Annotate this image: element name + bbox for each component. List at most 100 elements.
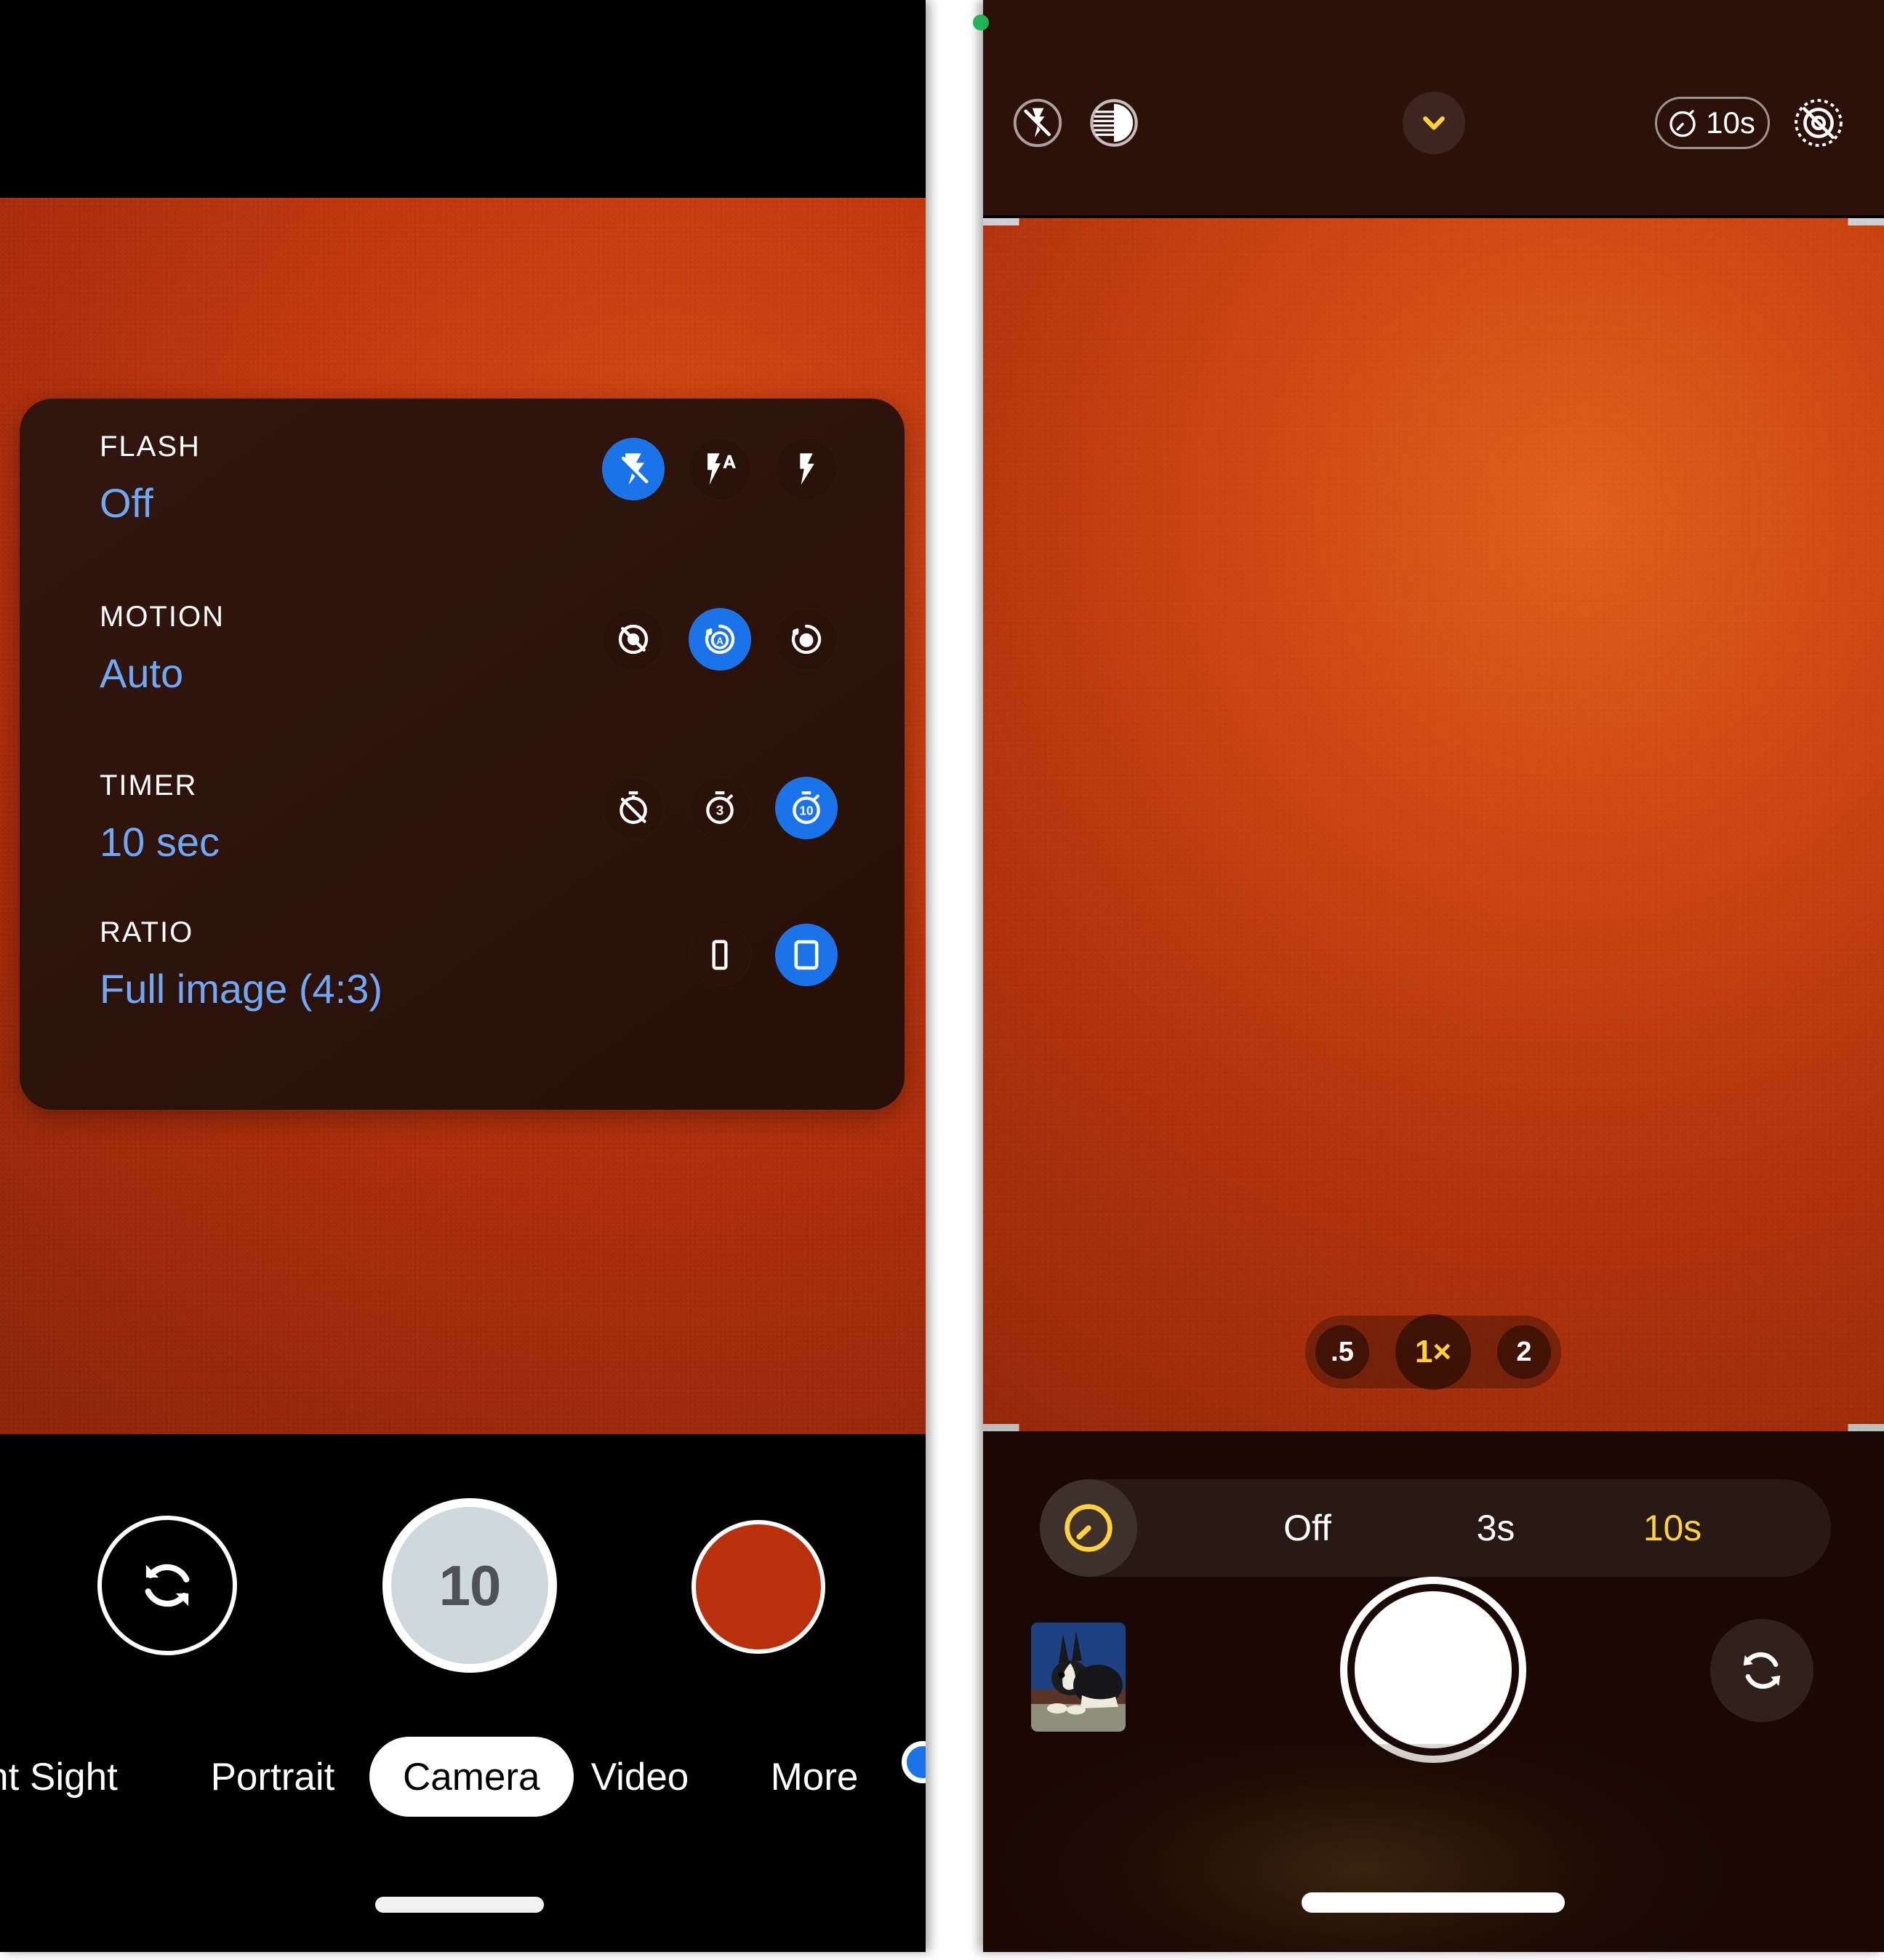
zoom-option-half[interactable]: .5	[1315, 1325, 1369, 1379]
timer-3s-icon: 3	[706, 791, 734, 824]
mode-tab-label: ht Sight	[0, 1755, 118, 1799]
top-flash-off-button[interactable]	[1009, 95, 1066, 151]
timer-icon	[1669, 110, 1696, 137]
flash-off-icon	[1013, 98, 1062, 148]
flash-on-option[interactable]	[775, 438, 838, 500]
motion-auto-icon: A	[705, 624, 735, 655]
left-status-area	[0, 0, 926, 198]
mode-tab-portrait[interactable]: Portrait	[193, 1737, 352, 1817]
mode-tab-more[interactable]: More	[742, 1737, 887, 1817]
motion-off-icon	[618, 624, 649, 655]
gallery-thumbnail-rabbit	[1031, 1623, 1126, 1732]
zoom-option-label: 2	[1516, 1336, 1532, 1367]
motion-value: Auto	[100, 650, 184, 696]
zoom-option-label: 1×	[1414, 1334, 1452, 1369]
mode-tab-label: Portrait	[210, 1755, 335, 1799]
ratio-options	[689, 924, 838, 986]
timer-option-off[interactable]: Off	[1242, 1479, 1373, 1577]
home-indicator	[375, 1897, 544, 1913]
zoom-level-selector: .5 1× 2	[1305, 1314, 1561, 1390]
flash-auto-option[interactable]	[689, 438, 751, 500]
ratio-4-3-option[interactable]	[775, 924, 838, 986]
stop-record-button[interactable]	[692, 1520, 825, 1654]
zoom-option-2x[interactable]: 2	[1497, 1325, 1551, 1379]
timer-10s-option[interactable]: 10	[775, 777, 838, 839]
motion-labels: MOTION Auto	[100, 602, 225, 694]
flash-auto-icon	[707, 453, 736, 485]
viewfinder-bottom-edge	[983, 1424, 1884, 1431]
flash-label: FLASH	[100, 431, 201, 463]
camera-mode-tabs: ht Sight Portrait Camera Video More	[0, 1737, 926, 1824]
timer-3s-option[interactable]: 3	[689, 777, 751, 839]
svg-text:A: A	[716, 636, 723, 647]
timer-labels: TIMER 10 sec	[100, 771, 220, 863]
timer-option-10s[interactable]: 10s	[1607, 1479, 1738, 1577]
timer-options: 3 10	[602, 777, 838, 839]
mode-tab-label: Camera	[403, 1755, 540, 1799]
phone-left: FLASH Off MOTION Auto A TIMER 10 sec 3 1…	[0, 0, 926, 1952]
timer-value: 10 sec	[100, 819, 220, 865]
timer-option-label: Off	[1283, 1508, 1331, 1548]
screenshot-stage: FLASH Off MOTION Auto A TIMER 10 sec 3 1…	[0, 0, 1884, 1960]
right-camera-viewfinder[interactable]	[983, 218, 1884, 1431]
mode-tab-night-sight[interactable]: ht Sight	[0, 1737, 140, 1817]
camera-active-indicator-dot	[973, 15, 989, 31]
timer-option-label: 3s	[1476, 1508, 1515, 1548]
flip-camera-button[interactable]	[1710, 1619, 1813, 1722]
timer-option-3s[interactable]: 3s	[1441, 1479, 1550, 1577]
top-timer-value: 10s	[1706, 105, 1755, 140]
flash-options	[602, 438, 838, 500]
brightness-button[interactable]	[1086, 95, 1142, 151]
mode-tab-label: Video	[590, 1755, 689, 1799]
timer-label: TIMER	[100, 769, 198, 801]
motion-on-icon	[791, 624, 822, 655]
camera-flip-icon	[145, 1564, 190, 1607]
ratio-9-16-option[interactable]	[689, 924, 751, 986]
motion-label: MOTION	[100, 601, 225, 633]
motion-on-option[interactable]	[775, 608, 838, 671]
setting-row-ratio: RATIO Full image (4:3)	[20, 918, 905, 1052]
shutter-button[interactable]	[1355, 1591, 1512, 1748]
chevron-down-icon	[1423, 116, 1445, 130]
right-control-area: Off 3s 10s	[983, 1431, 1884, 1952]
ratio-value: Full image (4:3)	[100, 966, 383, 1012]
ratio-label: RATIO	[100, 916, 194, 948]
expand-settings-button[interactable]	[1403, 92, 1465, 154]
home-indicator	[1302, 1892, 1565, 1913]
camera-flip-icon	[1743, 1652, 1781, 1689]
flip-camera-button[interactable]	[97, 1516, 237, 1655]
timer-bar-icon-badge	[1040, 1479, 1137, 1577]
mode-tab-video[interactable]: Video	[567, 1737, 713, 1817]
motion-off-option[interactable]	[602, 608, 665, 671]
zoom-option-1x[interactable]: 1×	[1395, 1314, 1471, 1390]
left-camera-controls: 10	[0, 1498, 926, 1702]
timer-10s-icon: 10	[793, 791, 820, 824]
motion-options: A	[602, 608, 838, 671]
top-timer-chip[interactable]: 10s	[1655, 97, 1770, 149]
zoom-option-label: .5	[1331, 1336, 1354, 1367]
flash-off-option[interactable]	[602, 438, 665, 500]
motion-off-icon	[1795, 99, 1843, 147]
motion-auto-option[interactable]: A	[689, 608, 751, 671]
timer-selector-bar: Off 3s 10s	[1040, 1479, 1831, 1577]
timer-off-option[interactable]	[602, 777, 665, 839]
ratio-4-3-icon	[794, 940, 819, 970]
flash-off-icon	[621, 453, 649, 485]
top-motion-off-button[interactable]	[1790, 95, 1847, 151]
gallery-thumbnail-button[interactable]	[1031, 1623, 1126, 1732]
flash-value: Off	[100, 480, 153, 526]
ratio-9-16-icon	[712, 940, 728, 970]
timer-option-label: 10s	[1643, 1508, 1702, 1548]
mode-tab-camera[interactable]: Camera	[369, 1737, 574, 1817]
brightness-contrast-icon	[1090, 99, 1138, 147]
flash-labels: FLASH Off	[100, 432, 201, 524]
setting-row-motion: MOTION Auto A	[20, 602, 905, 737]
shutter-countdown-value: 10	[438, 1553, 502, 1617]
svg-text:10: 10	[799, 804, 813, 817]
viewfinder-top-edge	[983, 218, 1884, 225]
camera-settings-card: FLASH Off MOTION Auto A TIMER 10 sec 3 1…	[20, 399, 905, 1110]
flash-on-icon	[800, 453, 814, 485]
mode-tab-label: More	[770, 1755, 859, 1799]
setting-row-timer: TIMER 10 sec 3 10	[20, 771, 905, 905]
shutter-countdown-button[interactable]: 10	[382, 1498, 557, 1673]
